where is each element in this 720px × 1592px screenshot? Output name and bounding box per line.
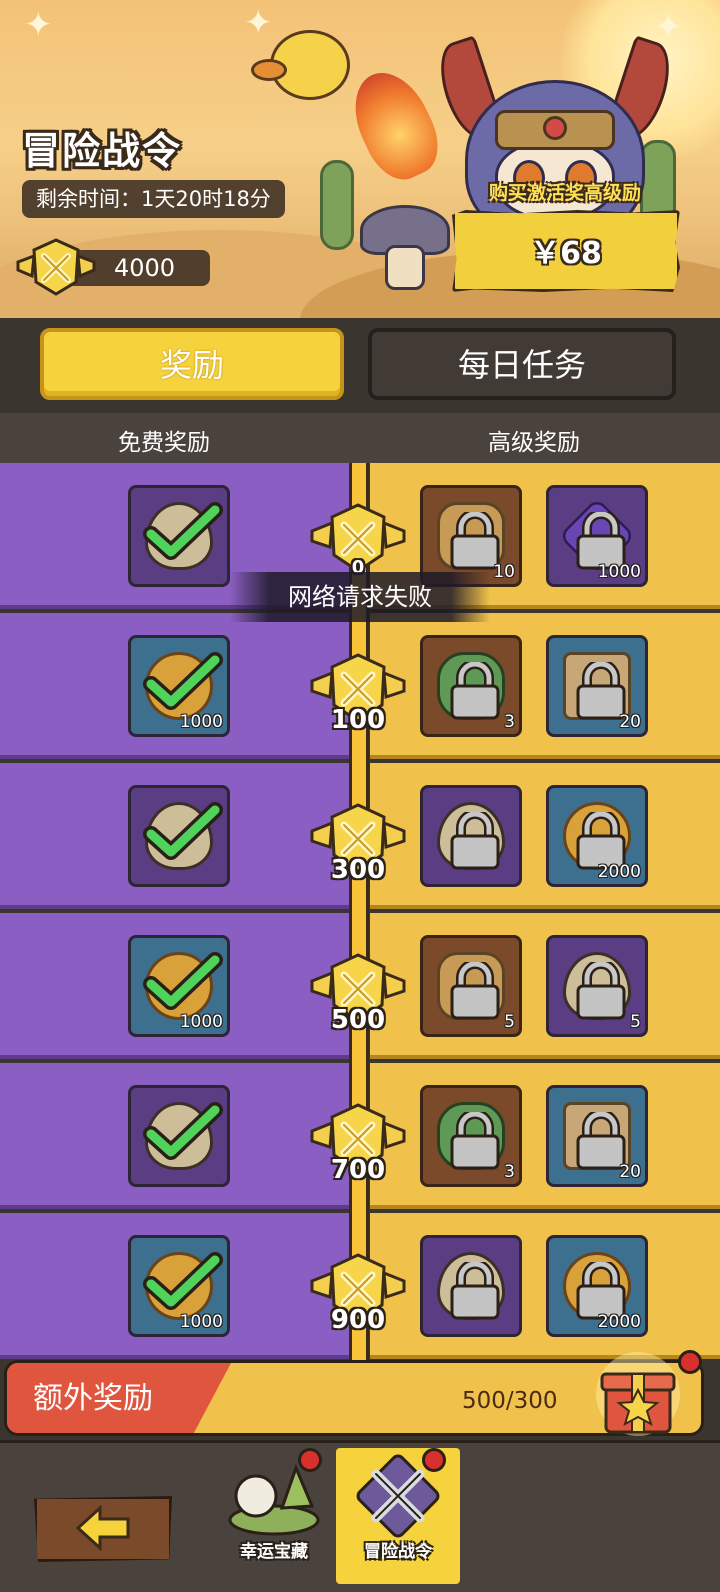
- checkmark-icon: [143, 1252, 223, 1310]
- notification-dot: [678, 1350, 702, 1374]
- checkmark-icon: [143, 502, 223, 560]
- reward-quantity: 5: [504, 1012, 515, 1032]
- reward-quantity: 20: [619, 1162, 641, 1182]
- reward-quantity: 2000: [597, 1312, 641, 1332]
- notification-dot: [422, 1448, 446, 1472]
- gift-box-icon[interactable]: [594, 1350, 682, 1438]
- tab-bar: 奖励 每日任务: [0, 318, 720, 413]
- sparkle-icon: ✦: [654, 7, 683, 47]
- reward-slot[interactable]: 1000: [128, 635, 230, 737]
- reward-quantity: 1000: [179, 1012, 223, 1032]
- reward-slot[interactable]: 3: [420, 1085, 522, 1187]
- reward-slot[interactable]: 2000: [546, 1235, 648, 1337]
- reward-slot[interactable]: [420, 1235, 522, 1337]
- checkmark-icon: [143, 652, 223, 710]
- flame-sword: [340, 60, 450, 190]
- reward-slot[interactable]: [128, 485, 230, 587]
- reward-slot[interactable]: [128, 785, 230, 887]
- back-arrow-icon: [76, 1505, 130, 1551]
- sparkle-icon: ✦: [244, 3, 273, 43]
- extra-reward-label: 额外奖励: [33, 1381, 153, 1416]
- nav-label: 幸运宝藏: [240, 1542, 308, 1562]
- tab-rewards[interactable]: 奖励: [40, 328, 344, 400]
- nav-label: 冒险战令: [364, 1542, 432, 1562]
- checkmark-icon: [143, 802, 223, 860]
- reward-slot[interactable]: 2000: [546, 785, 648, 887]
- checkmark-icon: [143, 1102, 223, 1160]
- reward-slot[interactable]: 20: [546, 1085, 648, 1187]
- reward-slot[interactable]: 1000: [546, 485, 648, 587]
- extra-reward-progress: 500/300: [462, 1388, 558, 1414]
- reward-slot[interactable]: [420, 785, 522, 887]
- reward-quantity: 1000: [179, 1312, 223, 1332]
- hero-character: [430, 35, 680, 240]
- reward-quantity: 20: [619, 712, 641, 732]
- page-title: 冒险战令: [22, 129, 183, 173]
- nav-adventure-pass[interactable]: 冒险战令: [336, 1448, 460, 1584]
- premium-column-label: 高级奖励: [488, 430, 580, 456]
- reward-quantity: 1000: [597, 562, 641, 582]
- reward-slot[interactable]: 5: [546, 935, 648, 1037]
- lock-icon: [450, 1262, 500, 1320]
- tab-daily-tasks[interactable]: 每日任务: [368, 328, 676, 400]
- level-number: 700: [330, 1155, 386, 1185]
- mushroom-stem: [385, 245, 425, 290]
- reward-quantity: 3: [504, 1162, 515, 1182]
- buy-caption: 购买激活奖高级励: [488, 182, 641, 204]
- lock-icon: [450, 812, 500, 870]
- reward-slot[interactable]: 20: [546, 635, 648, 737]
- bird-mascot: [251, 30, 350, 100]
- reward-slot[interactable]: 1000: [128, 1235, 230, 1337]
- lock-icon: [576, 962, 626, 1020]
- free-column-label: 免费奖励: [118, 430, 210, 456]
- battlepass-token-icon: [16, 238, 96, 296]
- reward-quantity: 3: [504, 712, 515, 732]
- reward-slot[interactable]: [128, 1085, 230, 1187]
- lock-icon: [450, 1112, 500, 1170]
- sparkle-icon: ✦: [24, 5, 53, 45]
- error-toast: 网络请求失败: [230, 572, 490, 622]
- buy-premium-button[interactable]: ￥68: [452, 210, 680, 292]
- level-number: 900: [330, 1305, 386, 1335]
- level-number: 300: [330, 855, 386, 885]
- nav-lucky-treasure[interactable]: 幸运宝藏: [212, 1448, 336, 1584]
- reward-slot[interactable]: 1000: [128, 935, 230, 1037]
- reward-slot[interactable]: 5: [420, 935, 522, 1037]
- reward-quantity: 5: [630, 1012, 641, 1032]
- reward-quantity: 10: [493, 562, 515, 582]
- time-remaining: 剩余时间：1天20时18分: [22, 180, 285, 218]
- column-header: 免费奖励 高级奖励: [0, 413, 720, 463]
- reward-slot[interactable]: 3: [420, 635, 522, 737]
- level-number: 500: [330, 1005, 386, 1035]
- cactus: [320, 160, 354, 250]
- lock-icon: [450, 962, 500, 1020]
- checkmark-icon: [143, 952, 223, 1010]
- notification-dot: [298, 1448, 322, 1472]
- crown-gem: [543, 116, 567, 140]
- lock-icon: [450, 662, 500, 720]
- level-number: 100: [330, 705, 386, 735]
- reward-quantity: 2000: [597, 862, 641, 882]
- reward-quantity: 1000: [179, 712, 223, 732]
